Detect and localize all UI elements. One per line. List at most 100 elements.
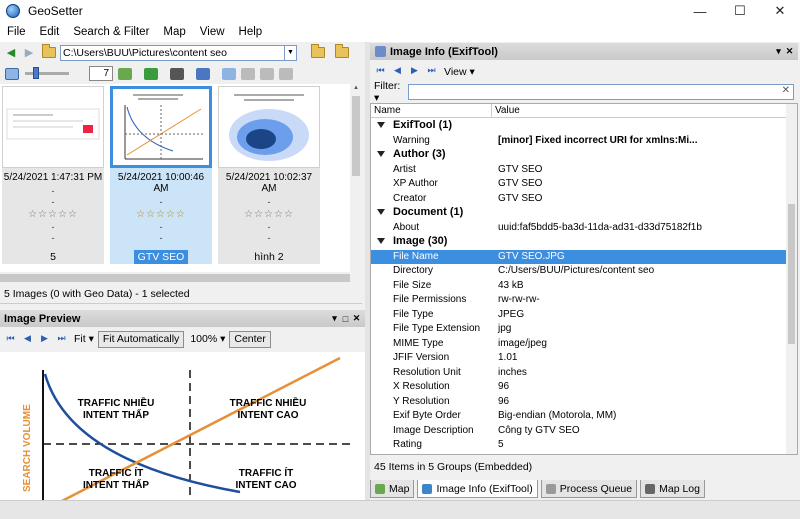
- last-icon[interactable]: ⏭: [55, 333, 68, 346]
- table-row[interactable]: Directory C:/Users/BUU/Pictures/content s…: [371, 264, 787, 279]
- table-row[interactable]: Exif Byte Order Big-endian (Motorola, MM): [371, 409, 787, 424]
- thumbnail-card[interactable]: 5/24/2021 10:02:37 AM - - ☆☆☆☆☆ - -: [218, 86, 320, 264]
- scroll-thumb[interactable]: [0, 274, 350, 282]
- open-folder-icon[interactable]: [311, 44, 325, 58]
- menu-view[interactable]: View: [193, 26, 232, 38]
- thumbnail-horizontal-scrollbar[interactable]: [0, 272, 350, 284]
- table-row[interactable]: Warning [minor] Fixed incorrect URI for x…: [371, 134, 787, 149]
- group-row[interactable]: Author (3): [371, 148, 787, 163]
- close-icon[interactable]: ✕: [784, 46, 795, 57]
- table-row[interactable]: XP Author GTV SEO: [371, 177, 787, 192]
- chevron-down-icon[interactable]: ▼: [285, 44, 297, 61]
- menu-map[interactable]: Map: [156, 26, 192, 38]
- collapse-icon[interactable]: [377, 151, 385, 157]
- thumbnail-image[interactable]: [2, 86, 104, 168]
- menu-search-filter[interactable]: Search & Filter: [66, 26, 156, 38]
- thumb-size-slider[interactable]: [25, 67, 69, 79]
- previous-icon[interactable]: ◀: [21, 333, 34, 346]
- thumbnail-card-selected[interactable]: 5/24/2021 10:00:46 AM - - ☆☆☆☆☆ - -: [110, 86, 212, 264]
- close-icon[interactable]: ✕: [351, 313, 362, 324]
- fit-automatically-button[interactable]: Fit Automatically: [97, 330, 185, 348]
- fit-dropdown[interactable]: Fit ▾: [74, 333, 94, 345]
- group-row[interactable]: Image (30): [371, 235, 787, 250]
- dropdown-icon[interactable]: ▾: [773, 46, 784, 57]
- forward-arrow-icon[interactable]: ▶: [22, 47, 36, 59]
- back-arrow-icon[interactable]: ◀: [4, 47, 18, 59]
- calendar-icon[interactable]: [170, 67, 184, 80]
- filter-label[interactable]: Filter: ▾: [374, 80, 408, 104]
- group-row[interactable]: Document (1): [371, 206, 787, 221]
- table-row[interactable]: File Name GTV SEO.JPG: [371, 249, 787, 264]
- table-row[interactable]: About uuid:faf5bdd5-ba3d-11da-ad31-d33d75…: [371, 221, 787, 236]
- tab-image-info[interactable]: Image Info (ExifTool): [417, 480, 538, 498]
- table-row[interactable]: Y Resolution 96: [371, 395, 787, 410]
- center-button[interactable]: Center: [229, 330, 271, 348]
- table-row[interactable]: Image Description Công ty GTV SEO: [371, 424, 787, 439]
- collapse-icon[interactable]: [377, 238, 385, 244]
- close-button[interactable]: ✕: [760, 0, 800, 22]
- dropdown-icon[interactable]: ▾: [329, 313, 340, 324]
- tab-map-log[interactable]: Map Log: [640, 480, 705, 498]
- column-value[interactable]: Value: [495, 105, 520, 116]
- tab-process-queue[interactable]: Process Queue: [540, 480, 638, 498]
- table-row[interactable]: Resolution Unit inches: [371, 366, 787, 381]
- menu-edit[interactable]: Edit: [33, 26, 67, 38]
- previous-icon[interactable]: ◀: [391, 65, 404, 78]
- delete-icon[interactable]: [279, 67, 293, 80]
- collapse-icon[interactable]: [377, 209, 385, 215]
- restore-icon[interactable]: □: [340, 314, 351, 324]
- rating-stars[interactable]: ☆☆☆☆☆: [218, 209, 320, 220]
- copy-icon[interactable]: [241, 67, 255, 80]
- first-icon[interactable]: ⏮: [374, 65, 387, 78]
- view-dropdown[interactable]: View ▾: [444, 66, 475, 78]
- minimize-button[interactable]: —: [680, 0, 720, 22]
- thumbnail-label-selected[interactable]: GTV SEO: [110, 250, 212, 264]
- view-mode-icon[interactable]: [5, 67, 19, 80]
- thumbnail-image[interactable]: [218, 86, 320, 168]
- table-row[interactable]: JFIF Version 1.01: [371, 351, 787, 366]
- menu-help[interactable]: Help: [232, 26, 270, 38]
- path-input[interactable]: C:\Users\BUU\Pictures\content seo: [60, 44, 285, 61]
- thumbnail-vertical-scrollbar[interactable]: ▲: [350, 84, 362, 284]
- table-row[interactable]: X Resolution 96: [371, 380, 787, 395]
- rating-stars[interactable]: ☆☆☆☆☆: [2, 209, 104, 220]
- paste-icon[interactable]: [260, 67, 274, 80]
- tab-map[interactable]: Map: [370, 480, 415, 498]
- slider-thumb[interactable]: [33, 67, 39, 79]
- rating-stars[interactable]: ☆☆☆☆☆: [110, 209, 212, 220]
- table-row[interactable]: Creator GTV SEO: [371, 192, 787, 207]
- next-icon[interactable]: ▶: [38, 333, 51, 346]
- thumbnail-card[interactable]: 5/24/2021 1:47:31 PM - - ☆☆☆☆☆ - -: [2, 86, 104, 264]
- grid-scrollbar[interactable]: [786, 104, 797, 454]
- collapse-icon[interactable]: [377, 122, 385, 128]
- thumbnail-label[interactable]: hình 2: [218, 251, 320, 263]
- thumbnail-image[interactable]: [110, 86, 212, 168]
- table-row[interactable]: File Size 43 kB: [371, 279, 787, 294]
- filter-input[interactable]: ✕: [408, 84, 794, 100]
- zoom-dropdown[interactable]: 100% ▾: [190, 333, 225, 345]
- table-row[interactable]: MIME Type image/jpeg: [371, 337, 787, 352]
- maximize-button[interactable]: ☐: [720, 0, 760, 22]
- thumbnail-label[interactable]: 5: [2, 251, 104, 263]
- refresh-icon[interactable]: [144, 67, 158, 80]
- clear-icon[interactable]: ✕: [782, 85, 790, 96]
- first-icon[interactable]: ⏮: [4, 333, 17, 346]
- filter-icon[interactable]: [196, 67, 210, 80]
- thumb-size-field[interactable]: 7: [89, 66, 113, 81]
- favorites-folder-icon[interactable]: [335, 44, 349, 58]
- table-row[interactable]: Artist GTV SEO: [371, 163, 787, 178]
- table-row[interactable]: File Permissions rw-rw-rw-: [371, 293, 787, 308]
- column-name[interactable]: Name: [374, 105, 401, 116]
- table-row[interactable]: File Type JPEG: [371, 308, 787, 323]
- last-icon[interactable]: ⏭: [425, 65, 438, 78]
- scroll-thumb[interactable]: [352, 96, 360, 176]
- next-icon[interactable]: ▶: [408, 65, 421, 78]
- menu-file[interactable]: File: [0, 26, 33, 38]
- select-icon[interactable]: [222, 67, 236, 80]
- scroll-up-icon[interactable]: ▲: [350, 85, 362, 95]
- scroll-thumb[interactable]: [788, 204, 795, 344]
- sort-icon[interactable]: [118, 67, 132, 80]
- table-row[interactable]: File Type Extension jpg: [371, 322, 787, 337]
- table-row[interactable]: Rating 5: [371, 438, 787, 453]
- group-row[interactable]: ExifTool (1): [371, 119, 787, 134]
